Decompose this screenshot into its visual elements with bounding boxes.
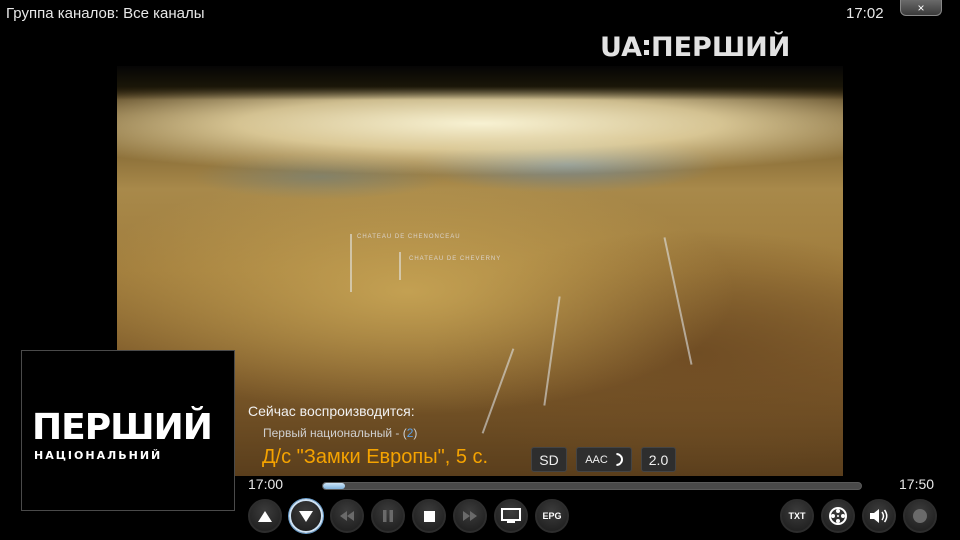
volume-button[interactable] xyxy=(862,499,896,533)
arrow-down-icon xyxy=(299,510,313,522)
river-line xyxy=(481,348,515,434)
clock: 17:02 xyxy=(846,5,884,22)
quality-badge: SD xyxy=(531,447,567,472)
film-reel-icon xyxy=(829,507,847,525)
channel-logo: UA ПЕРШИЙ xyxy=(600,30,790,64)
rewind-icon xyxy=(340,511,354,521)
fast-forward-icon xyxy=(463,511,477,521)
thumbnail-logo-main: ПЕРШИЙ xyxy=(32,407,213,448)
record-icon xyxy=(913,509,927,523)
fast-forward-button[interactable] xyxy=(453,499,487,533)
record-button[interactable] xyxy=(903,499,937,533)
teletext-label: TXT xyxy=(788,511,806,521)
channel-down-button[interactable] xyxy=(289,499,323,533)
channel-up-button[interactable] xyxy=(248,499,282,533)
video-sky xyxy=(117,66,843,100)
pause-icon xyxy=(383,510,393,522)
rewind-button[interactable] xyxy=(330,499,364,533)
pause-button[interactable] xyxy=(371,499,405,533)
close-icon: × xyxy=(917,0,925,15)
close-button[interactable]: × xyxy=(900,0,942,16)
channel-thumbnail: ПЕРШИЙ НАЦІОНАЛЬНИЙ xyxy=(21,350,235,511)
teletext-button[interactable]: TXT xyxy=(780,499,814,533)
map-marker-line xyxy=(399,252,401,280)
audio-codec-label: AAC xyxy=(585,453,608,466)
map-label: CHATEAU DE CHENONCEAU xyxy=(357,234,461,240)
river-line xyxy=(663,237,693,365)
stop-button[interactable] xyxy=(412,499,446,533)
map-label: CHATEAU DE CHEVERNY xyxy=(409,256,502,262)
stop-icon xyxy=(423,510,435,522)
program-end-time: 17:50 xyxy=(899,476,935,492)
program-title: Д/с "Замки Европы", 5 с. xyxy=(262,446,489,468)
progress-fill xyxy=(323,483,345,489)
speaker-icon xyxy=(870,509,888,523)
audio-channels-badge: 2.0 xyxy=(641,447,676,472)
map-marker-line xyxy=(350,234,352,292)
program-start-time: 17:00 xyxy=(248,476,284,492)
channel-name-end: ) xyxy=(413,426,418,440)
progress-bar[interactable] xyxy=(322,482,862,490)
now-playing-label: Сейчас воспроизводится: xyxy=(248,403,415,419)
audio-codec-badge: AAC xyxy=(576,447,632,472)
film-reel-button[interactable] xyxy=(821,499,855,533)
channel-group-title: Группа каналов: Все каналы xyxy=(6,5,205,22)
audio-wave-icon xyxy=(607,450,626,469)
epg-label: EPG xyxy=(542,511,562,521)
channel-logo-left: UA xyxy=(600,31,642,63)
tv-guide-button[interactable] xyxy=(494,499,528,533)
epg-button[interactable]: EPG xyxy=(535,499,569,533)
channel-logo-separator xyxy=(644,39,649,55)
channel-logo-right: ПЕРШИЙ xyxy=(651,31,791,63)
thumbnail-logo-sub: НАЦІОНАЛЬНИЙ xyxy=(34,449,163,462)
channel-name: Первый национальный - (2) xyxy=(263,426,417,440)
channel-name-text: Первый национальный - ( xyxy=(263,426,407,440)
arrow-up-icon xyxy=(258,510,272,522)
river-line xyxy=(543,296,561,406)
tv-icon xyxy=(501,508,521,523)
